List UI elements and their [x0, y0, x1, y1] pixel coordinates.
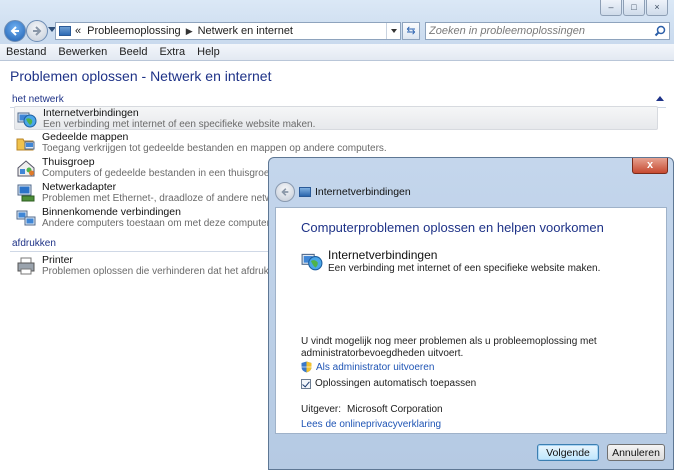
search-input[interactable] [429, 25, 649, 37]
arrow-left-icon [10, 26, 19, 36]
item-description: Een verbinding met internet of een speci… [43, 119, 316, 130]
control-panel-icon [59, 26, 71, 36]
address-dropdown-button[interactable] [386, 23, 400, 39]
troubleshooter-dialog: x Internetverbindingen Computerproblemen… [268, 157, 674, 470]
printer-icon [17, 257, 35, 275]
dialog-window-title: Internetverbindingen [315, 186, 411, 198]
menu-tools[interactable]: Extra [153, 44, 191, 60]
dialog-footer: Volgende Annuleren [275, 435, 667, 465]
caption-buttons: – □ × [600, 0, 668, 16]
chevron-right-icon[interactable]: ▶ [186, 26, 193, 37]
homegroup-icon [17, 160, 35, 177]
close-button[interactable]: × [646, 0, 668, 16]
item-name: Internetverbindingen [43, 107, 139, 119]
menu-edit[interactable]: Bewerken [52, 44, 113, 60]
breadcrumb-troubleshooting[interactable]: Probleemoplossing [87, 25, 181, 37]
arrow-right-icon [33, 26, 42, 36]
refresh-button[interactable]: ⇆ [402, 22, 420, 40]
publisher-value: Microsoft Corporation [347, 404, 443, 415]
item-name: Gedeelde mappen [42, 131, 129, 143]
group-label: afdrukken [12, 238, 56, 249]
run-as-admin[interactable]: Als administrator uitvoeren [301, 361, 434, 373]
group-label: het netwerk [12, 94, 64, 105]
dialog-back-button[interactable] [275, 182, 295, 202]
shared-folder-icon [16, 138, 35, 151]
item-description: Een verbinding met internet of een speci… [328, 263, 601, 274]
address-overflow[interactable]: « [75, 25, 81, 37]
dialog-body: Computerproblemen oplossen en helpen voo… [275, 207, 667, 434]
next-button[interactable]: Volgende [537, 444, 599, 461]
run-as-admin-link[interactable]: Als administrator uitvoeren [316, 362, 434, 373]
dialog-close-button[interactable]: x [632, 158, 668, 174]
publisher-info: Uitgever: Microsoft Corporation [301, 404, 443, 415]
dialog-heading: Computerproblemen oplossen en helpen voo… [301, 220, 604, 235]
menu-view[interactable]: Beeld [113, 44, 153, 60]
privacy-link[interactable]: Lees de onlineprivacyverklaring [301, 419, 441, 430]
publisher-label: Uitgever: [301, 404, 342, 415]
close-icon: x [646, 159, 654, 171]
page-title: Problemen oplossen - Netwerk en internet [10, 68, 272, 84]
network-adapter-icon [17, 184, 35, 202]
admin-note: U vindt mogelijk nog meer problemen als … [301, 336, 597, 359]
minimize-button[interactable]: – [600, 0, 622, 16]
address-bar[interactable]: « Probleemoplossing ▶ Netwerk en interne… [55, 22, 401, 40]
cancel-button[interactable]: Annuleren [607, 444, 665, 461]
window-titlebar: – □ × « Probleemoplossing ▶ Netwerk en i… [0, 0, 674, 44]
search-icon[interactable] [654, 25, 666, 37]
menu-bar: Bestand Bewerken Beeld Extra Help [0, 44, 674, 61]
list-item-internetverbindingen[interactable]: Internetverbindingen Een verbinding met i… [14, 106, 658, 130]
item-description: Toegang verkrijgen tot gedeelde bestande… [42, 143, 387, 154]
maximize-button[interactable]: □ [623, 0, 645, 16]
globe-network-icon [301, 253, 323, 271]
forward-button[interactable] [26, 20, 48, 42]
collapse-icon[interactable] [656, 96, 664, 101]
incoming-connections-icon [16, 210, 36, 226]
network-icon [299, 187, 311, 197]
breadcrumb-network-internet[interactable]: Netwerk en internet [198, 25, 293, 37]
list-item-gedeelde-mappen[interactable]: Gedeelde mappen Toegang verkrijgen tot ge… [14, 131, 658, 155]
search-box[interactable] [425, 22, 670, 40]
auto-apply-option[interactable]: Oplossingen automatisch toepassen [301, 378, 476, 389]
refresh-icon: ⇆ [406, 25, 416, 37]
auto-apply-checkbox[interactable] [301, 378, 311, 389]
globe-network-icon [17, 112, 37, 128]
dialog-header: Internetverbindingen [269, 178, 673, 206]
menu-file[interactable]: Bestand [0, 44, 52, 60]
item-name: Internetverbindingen [328, 248, 438, 262]
chevron-down-icon [390, 29, 397, 33]
menu-help[interactable]: Help [191, 44, 226, 60]
back-button[interactable] [4, 20, 26, 42]
shield-icon [301, 361, 312, 373]
troubleshooter-item: Internetverbindingen Een verbinding met i… [301, 248, 600, 274]
arrow-left-icon [281, 188, 289, 196]
auto-apply-label: Oplossingen automatisch toepassen [315, 378, 477, 389]
